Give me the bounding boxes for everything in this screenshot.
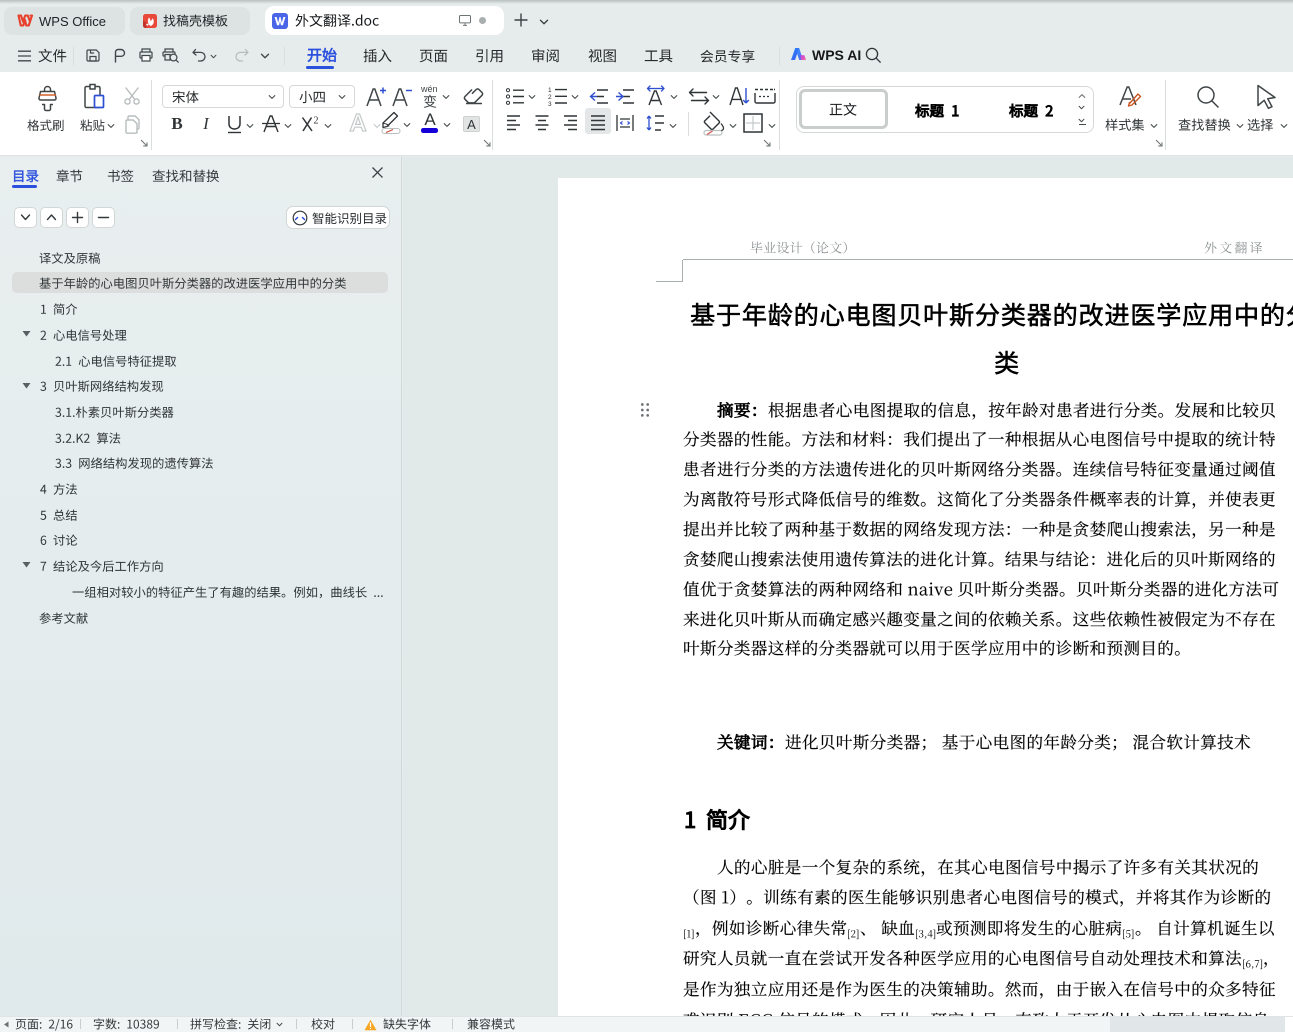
svg-text:2: 2	[548, 94, 552, 101]
svg-text:3: 3	[548, 101, 552, 108]
svg-text:2: 2	[314, 116, 319, 127]
svg-text:1: 1	[548, 87, 552, 94]
